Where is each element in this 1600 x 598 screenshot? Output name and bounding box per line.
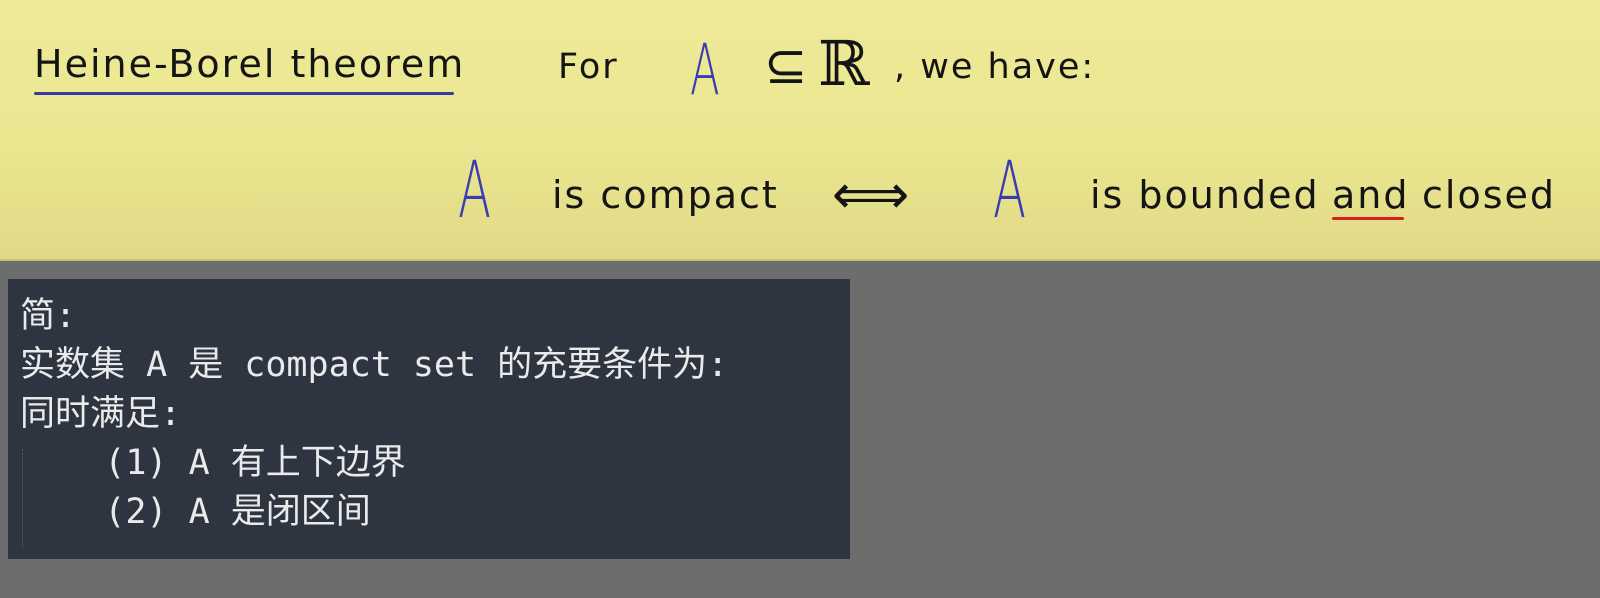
is-bounded-text: is bounded xyxy=(1090,173,1320,217)
notes-line: 同时满足: xyxy=(20,394,182,434)
reals-symbol: ℝ xyxy=(818,27,870,100)
theorem-board: Heine-Borel theorem For A ⊆ ℝ , we have:… xyxy=(0,0,1600,261)
set-a-symbol: A xyxy=(690,29,720,111)
and-underline xyxy=(1332,217,1404,220)
and-word: and xyxy=(1332,173,1410,217)
lhs-a-symbol: A xyxy=(458,146,492,236)
title-underline xyxy=(34,92,454,95)
notes-panel: 简: 实数集 A 是 compact set 的充要条件为: 同时满足: (1)… xyxy=(8,279,850,559)
for-label: For xyxy=(558,47,619,87)
we-have-text: , we have: xyxy=(894,47,1096,87)
notes-line: (2) A 是闭区间 xyxy=(20,492,371,532)
rhs-a-symbol: A xyxy=(993,146,1027,236)
notes-line: (1) A 有上下边界 xyxy=(20,443,406,483)
iff-arrow-icon: ⟺ xyxy=(832,163,909,226)
subset-symbol: ⊆ xyxy=(764,36,808,96)
is-compact-text: is compact xyxy=(552,173,779,217)
notes-line: 简: xyxy=(20,296,77,336)
notes-line: 实数集 A 是 compact set 的充要条件为: xyxy=(20,345,729,385)
closed-word: closed xyxy=(1422,173,1556,217)
theorem-title: Heine-Borel theorem xyxy=(34,42,466,86)
